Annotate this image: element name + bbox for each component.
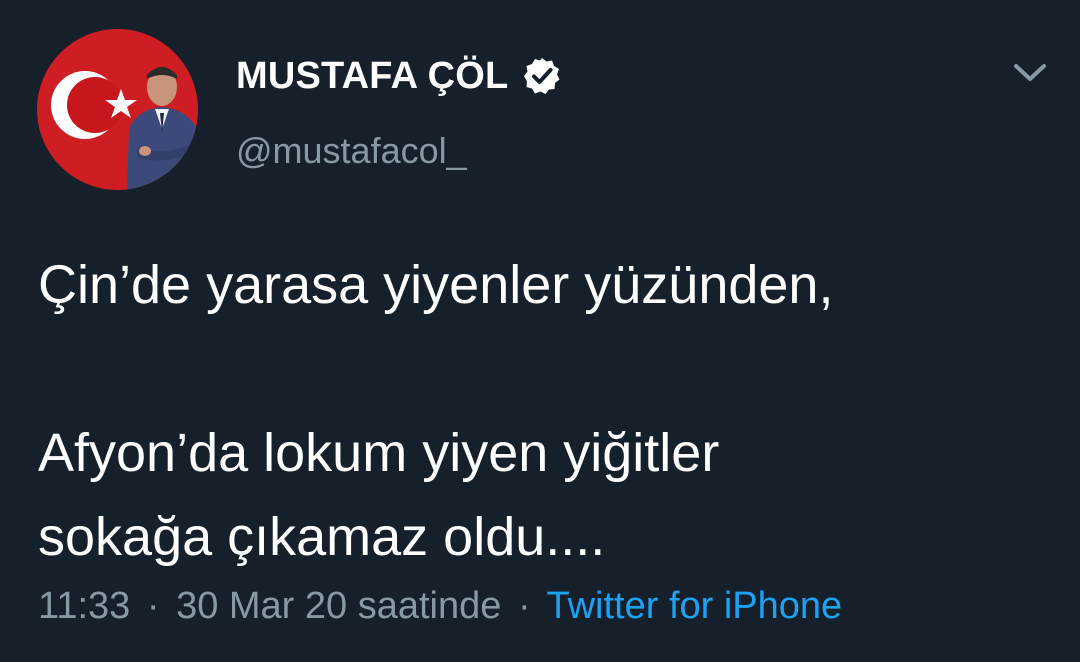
tweet-card: MUSTAFA ÇÖL @mustafacol_ Çin’de yarasa y… — [0, 0, 1080, 662]
tweet-line-3: Afyon’da lokum yiyen yiğitler — [38, 423, 720, 483]
meta-separator: · — [517, 585, 531, 627]
tweet-metadata: 11:33 · 30 Mar 20 saatinde · Twitter for… — [38, 585, 842, 628]
avatar-image — [37, 29, 198, 190]
user-handle[interactable]: @mustafacol_ — [236, 130, 467, 172]
tweet-line-2 — [38, 327, 1048, 411]
tweet-text: Çin’de yarasa yiyenler yüzünden, Afyon’d… — [38, 243, 1048, 579]
meta-separator: · — [146, 585, 160, 627]
tweet-date[interactable]: 30 Mar 20 saatinde — [176, 585, 501, 627]
tweet-time[interactable]: 11:33 — [38, 585, 130, 627]
verified-badge-icon — [522, 56, 562, 96]
chevron-down-icon[interactable] — [1008, 55, 1052, 91]
user-name-row[interactable]: MUSTAFA ÇÖL — [236, 52, 562, 100]
display-name[interactable]: MUSTAFA ÇÖL — [236, 55, 508, 98]
tweet-source-link[interactable]: Twitter for iPhone — [546, 585, 842, 627]
tweet-line-4: sokağa çıkamaz oldu.... — [38, 507, 606, 567]
avatar[interactable] — [37, 29, 198, 190]
tweet-line-1: Çin’de yarasa yiyenler yüzünden, — [38, 255, 834, 315]
